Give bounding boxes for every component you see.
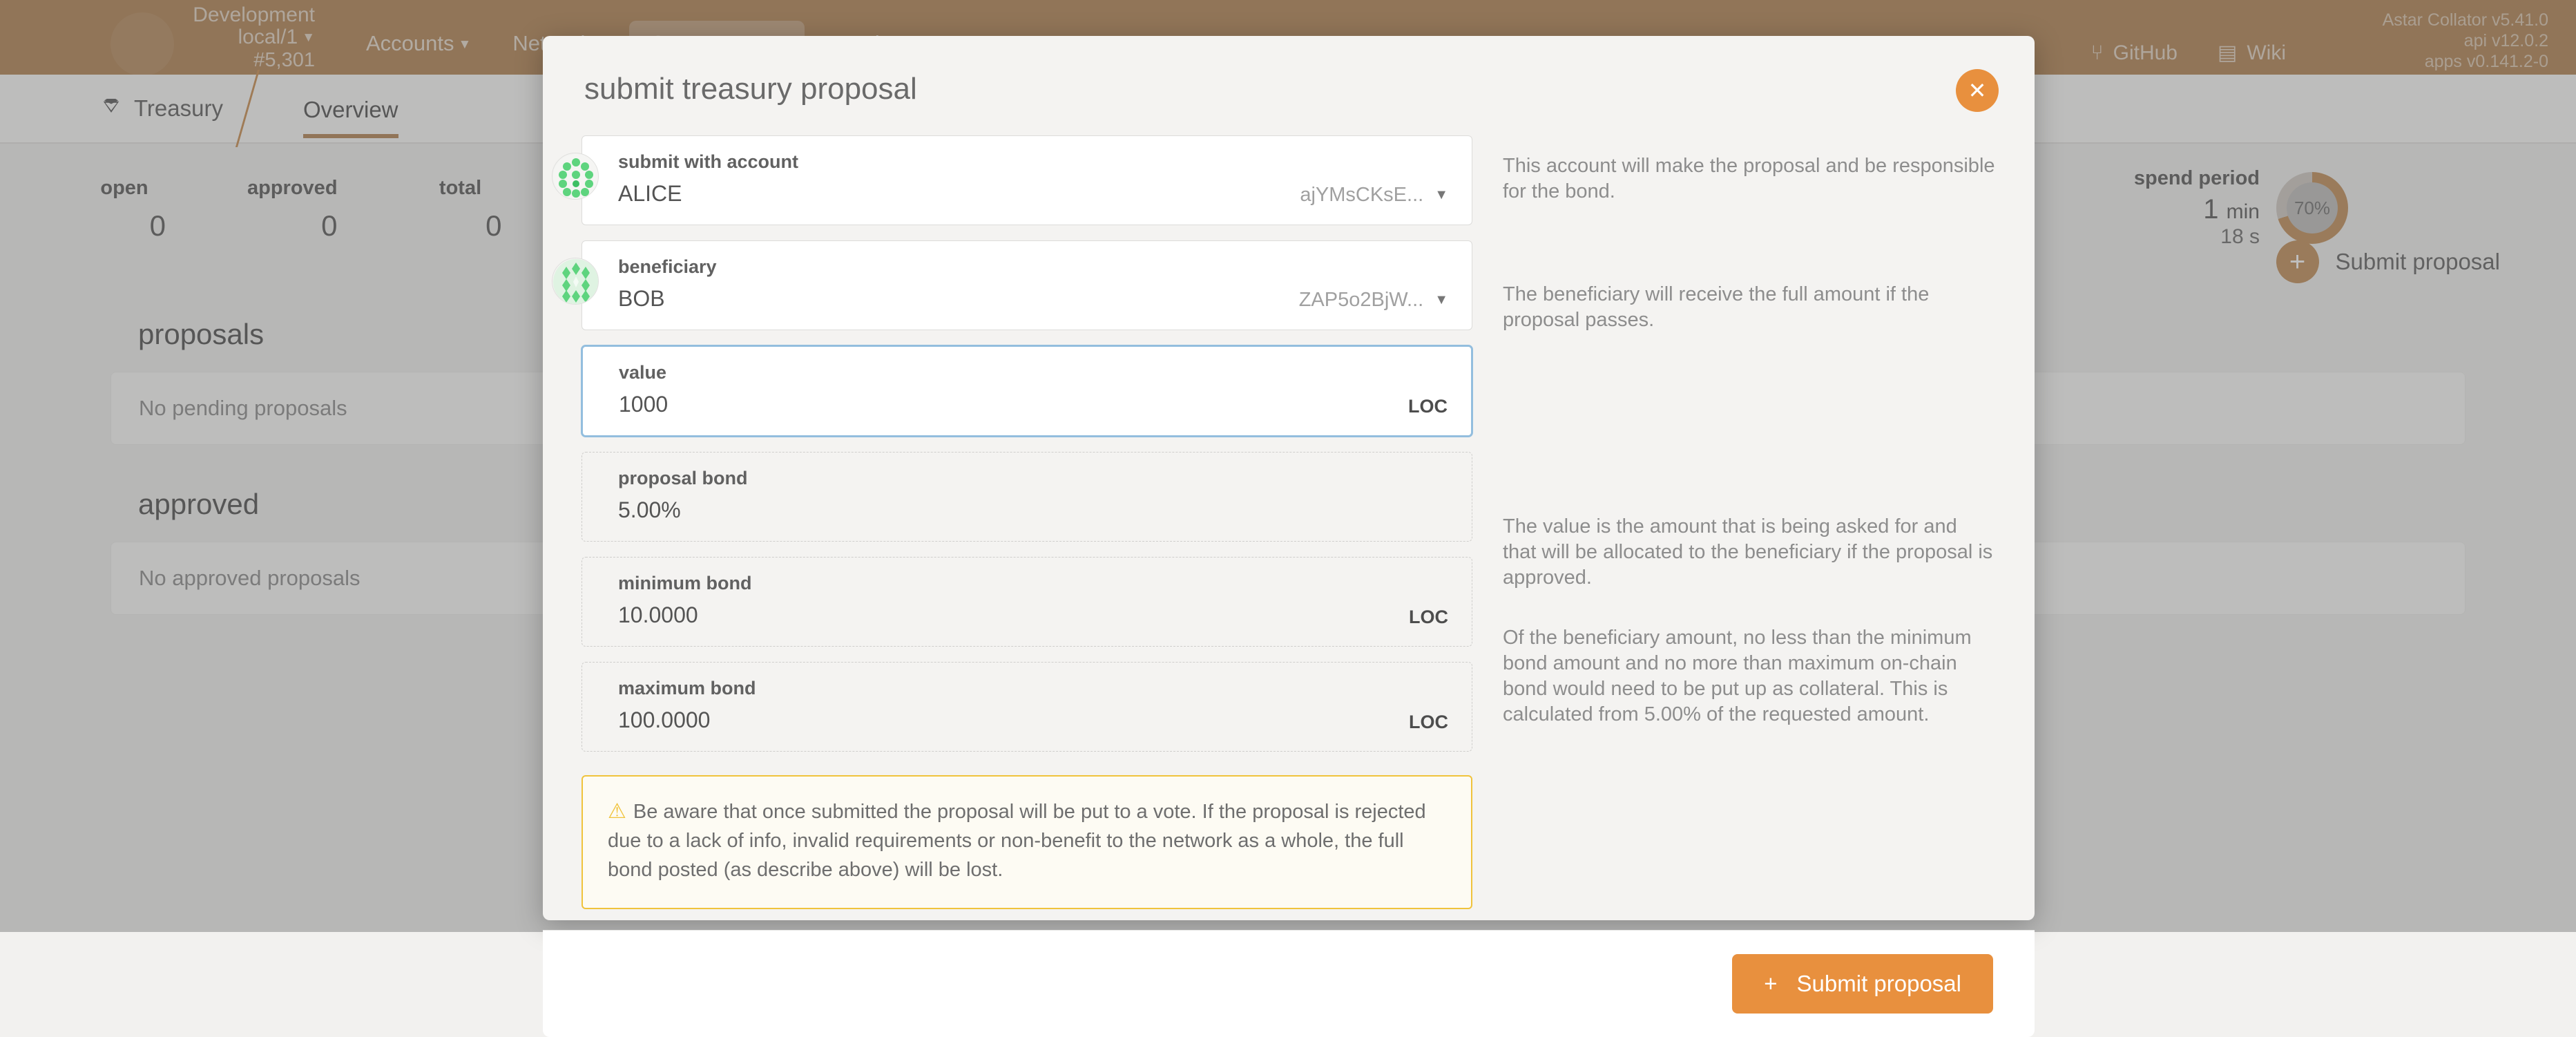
unit-label: LOC xyxy=(1408,396,1448,417)
modal-header: submit treasury proposal ✕ xyxy=(543,36,2035,126)
field-beneficiary[interactable]: beneficiary BOB ZAP5o2BjW... ▼ xyxy=(581,240,1472,330)
help-text-beneficiary: The beneficiary will receive the full am… xyxy=(1503,282,1996,333)
field-maximum-bond: maximum bond 100.0000 LOC xyxy=(581,662,1472,752)
close-icon[interactable]: ✕ xyxy=(1956,69,1999,112)
help-text-value: The value is the amount that is being as… xyxy=(1503,514,1996,591)
field-value: 100.0000 xyxy=(618,707,1448,733)
account-address: ZAP5o2BjW... xyxy=(1299,289,1424,312)
modal-form-column: submit with account ALICE ajYMsCKsE... ▼ xyxy=(581,135,1472,909)
chevron-down-icon[interactable]: ▼ xyxy=(1434,187,1448,203)
field-label: submit with account xyxy=(618,151,1448,173)
help-text-account: This account will make the proposal and … xyxy=(1503,153,1996,204)
modal-footer: + Submit proposal xyxy=(543,930,2035,1037)
account-address: ajYMsCKsE... xyxy=(1300,184,1423,207)
unit-label: LOC xyxy=(1409,712,1448,733)
warning-banner: ⚠Be aware that once submitted the propos… xyxy=(581,775,1472,909)
field-proposal-bond: proposal bond 5.00% xyxy=(581,452,1472,542)
field-minimum-bond: minimum bond 10.0000 LOC xyxy=(581,557,1472,647)
submit-proposal-button[interactable]: + Submit proposal xyxy=(1732,954,1993,1014)
identicon-alice-icon xyxy=(552,153,599,200)
submit-treasury-proposal-modal: submit treasury proposal ✕ submit with a… xyxy=(543,36,2035,920)
modal-help-column: This account will make the proposal and … xyxy=(1472,135,1996,909)
field-label: value xyxy=(619,362,1448,383)
field-label: beneficiary xyxy=(618,256,1448,278)
field-label: maximum bond xyxy=(618,678,1448,699)
field-submit-with-account[interactable]: submit with account ALICE ajYMsCKsE... ▼ xyxy=(581,135,1472,225)
identicon-bob-icon xyxy=(552,258,599,305)
field-label: proposal bond xyxy=(618,468,1448,489)
field-value-input[interactable]: value 1000 LOC xyxy=(581,345,1472,437)
warning-icon: ⚠ xyxy=(608,800,626,823)
help-text-bond: Of the beneficiary amount, no less than … xyxy=(1503,625,1996,727)
field-value: 10.0000 xyxy=(618,602,1448,628)
field-label: minimum bond xyxy=(618,573,1448,594)
modal-body: submit with account ALICE ajYMsCKsE... ▼ xyxy=(543,126,2035,909)
unit-label: LOC xyxy=(1409,607,1448,628)
chevron-down-icon[interactable]: ▼ xyxy=(1434,292,1448,308)
plus-icon: + xyxy=(1764,971,1777,997)
submit-proposal-label: Submit proposal xyxy=(1797,971,1961,997)
modal-title: submit treasury proposal xyxy=(584,72,1993,106)
field-value: 5.00% xyxy=(618,497,1448,523)
value-input[interactable]: 1000 xyxy=(619,392,1448,417)
warning-text: Be aware that once submitted the proposa… xyxy=(608,801,1426,881)
